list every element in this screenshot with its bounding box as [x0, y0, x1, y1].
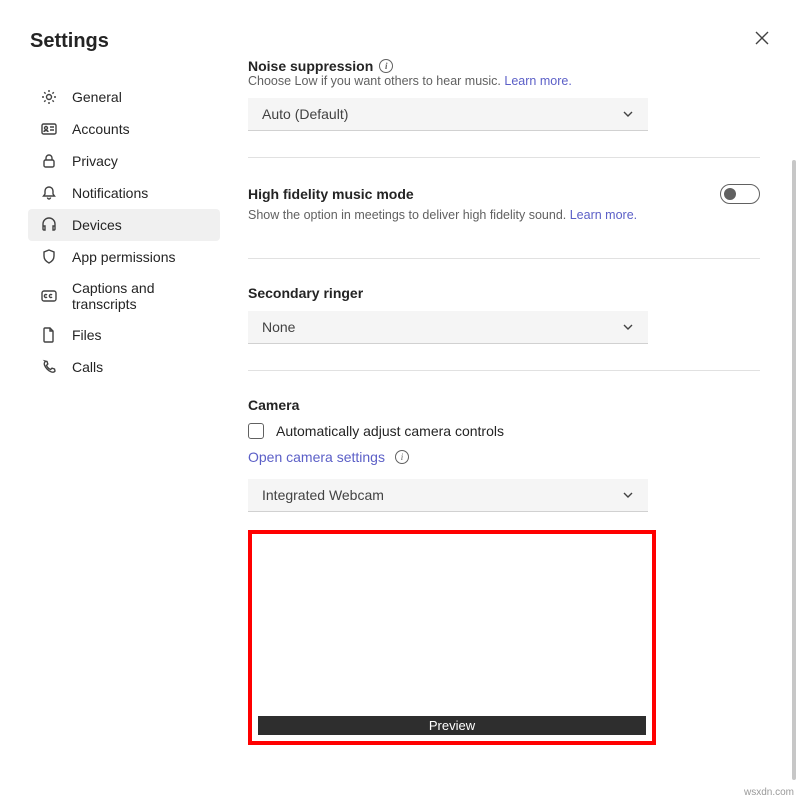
high-fidelity-toggle[interactable]	[720, 184, 760, 204]
select-value: Auto (Default)	[262, 106, 348, 122]
secondary-ringer-select[interactable]: None	[248, 311, 648, 344]
sidebar-item-files[interactable]: Files	[28, 319, 220, 351]
high-fidelity-section: High fidelity music mode Show the option…	[248, 184, 760, 259]
chevron-down-icon	[622, 108, 634, 120]
noise-suppression-desc: Choose Low if you want others to hear mu…	[248, 74, 760, 88]
sidebar-item-label: Captions and transcripts	[72, 280, 208, 312]
scrollbar[interactable]	[792, 160, 796, 780]
sidebar-item-label: App permissions	[72, 249, 176, 265]
phone-icon	[40, 358, 58, 376]
camera-title: Camera	[248, 397, 760, 413]
secondary-ringer-section: Secondary ringer None	[248, 285, 760, 371]
page-title: Settings	[30, 30, 220, 53]
noise-suppression-select[interactable]: Auto (Default)	[248, 98, 648, 131]
high-fidelity-title: High fidelity music mode	[248, 186, 414, 202]
desc-text: Choose Low if you want others to hear mu…	[248, 74, 501, 88]
sidebar-item-label: General	[72, 89, 122, 105]
gear-icon	[40, 88, 58, 106]
secondary-ringer-title: Secondary ringer	[248, 285, 760, 301]
headset-icon	[40, 216, 58, 234]
checkbox-label: Automatically adjust camera controls	[276, 423, 504, 439]
camera-auto-checkbox[interactable]	[248, 423, 264, 439]
sidebar-item-app-permissions[interactable]: App permissions	[28, 241, 220, 273]
close-button[interactable]	[754, 30, 770, 49]
open-camera-settings-link[interactable]: Open camera settings	[248, 449, 385, 465]
sidebar-item-label: Notifications	[72, 185, 148, 201]
sidebar-item-privacy[interactable]: Privacy	[28, 145, 220, 177]
footer-watermark: wsxdn.com	[744, 787, 794, 798]
camera-preview-highlight: Preview	[248, 530, 656, 745]
sidebar-item-label: Files	[72, 327, 102, 343]
camera-section: Camera Automatically adjust camera contr…	[248, 397, 760, 745]
noise-suppression-title: Noise suppression i	[248, 58, 760, 74]
high-fidelity-desc: Show the option in meetings to deliver h…	[248, 208, 760, 222]
sidebar-item-label: Calls	[72, 359, 103, 375]
sidebar-item-general[interactable]: General	[28, 81, 220, 113]
file-icon	[40, 326, 58, 344]
bell-icon	[40, 184, 58, 202]
learn-more-link[interactable]: Learn more.	[504, 74, 571, 88]
sidebar-item-accounts[interactable]: Accounts	[28, 113, 220, 145]
sidebar-item-label: Accounts	[72, 121, 130, 137]
cc-icon	[40, 287, 58, 305]
shield-icon	[40, 248, 58, 266]
chevron-down-icon	[622, 489, 634, 501]
select-value: Integrated Webcam	[262, 487, 384, 503]
info-icon[interactable]: i	[395, 450, 409, 464]
desc-text: Show the option in meetings to deliver h…	[248, 208, 566, 222]
sidebar-item-devices[interactable]: Devices	[28, 209, 220, 241]
info-icon[interactable]: i	[379, 59, 393, 73]
sidebar: Settings General Accounts Privacy Notifi…	[0, 0, 230, 800]
id-card-icon	[40, 120, 58, 138]
sidebar-item-calls[interactable]: Calls	[28, 351, 220, 383]
select-value: None	[262, 319, 295, 335]
camera-auto-adjust-row[interactable]: Automatically adjust camera controls	[248, 423, 760, 439]
content-panel: Noise suppression i Choose Low if you wa…	[230, 0, 800, 800]
sidebar-item-captions[interactable]: Captions and transcripts	[28, 273, 220, 319]
sidebar-item-label: Devices	[72, 217, 122, 233]
lock-icon	[40, 152, 58, 170]
sidebar-item-notifications[interactable]: Notifications	[28, 177, 220, 209]
camera-preview-label: Preview	[258, 716, 646, 735]
sidebar-item-label: Privacy	[72, 153, 118, 169]
section-title-text: Noise suppression	[248, 58, 373, 74]
learn-more-link[interactable]: Learn more.	[570, 208, 637, 222]
chevron-down-icon	[622, 321, 634, 333]
camera-select[interactable]: Integrated Webcam	[248, 479, 648, 512]
noise-suppression-section: Noise suppression i Choose Low if you wa…	[248, 58, 760, 158]
